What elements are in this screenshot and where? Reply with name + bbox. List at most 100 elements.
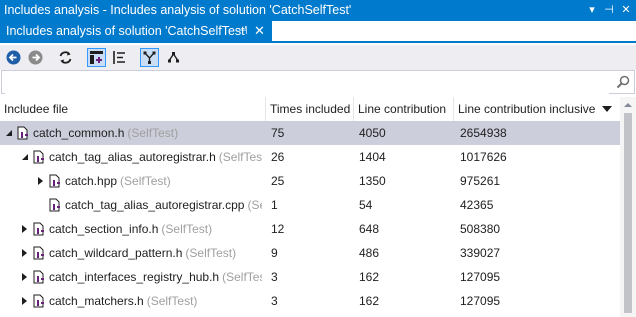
table-row[interactable]: catch_tag_alias_autoregistrar.h(SelfTest… (0, 145, 620, 169)
table-row[interactable]: catch_tag_alias_autoregistrar.cpp(SelfTe… (0, 193, 620, 217)
line-contribution-inclusive-cell: 42365 (460, 198, 494, 212)
expand-arrow-icon[interactable] (22, 297, 27, 305)
file-icon (33, 222, 44, 236)
file-icon (17, 126, 28, 140)
table-row[interactable]: catch_common.h (SelfTest) 75 4050 2654938 (0, 121, 620, 145)
search-icon[interactable] (615, 74, 631, 90)
line-contribution-cell: 486 (359, 246, 380, 260)
table-row[interactable]: catch_interfaces_registry_hub.h(SelfTest… (0, 265, 620, 289)
file-icon (49, 198, 60, 212)
line-contribution-inclusive-cell: 339027 (460, 246, 501, 260)
toolbar (0, 45, 636, 70)
table-row[interactable]: catch.hpp (SelfTest) 25 1350 975261 (0, 169, 620, 193)
file-name: catch_tag_alias_autoregistrar.h (49, 150, 216, 164)
line-contribution-cell: 54 (359, 198, 373, 212)
times-included-cell: 26 (271, 150, 285, 164)
project-name: (SelfTest) (127, 126, 179, 140)
window-titlebar: Includes analysis - Includes analysis of… (0, 0, 636, 21)
expand-arrow-icon[interactable] (22, 249, 27, 257)
vertical-scrollbar[interactable] (620, 97, 636, 317)
file-name: catch_wildcard_pattern.h (49, 246, 183, 260)
line-contribution-inclusive-cell: 508380 (460, 222, 501, 236)
line-contribution-inclusive-cell: 127095 (460, 270, 501, 284)
include-graph-icon (90, 51, 103, 64)
times-included-cell: 1 (271, 198, 278, 212)
includee-cell: catch_matchers.h (SelfTest) (49, 289, 262, 313)
refresh-button[interactable] (56, 48, 75, 67)
forward-button[interactable] (26, 48, 45, 67)
col-line-contribution-inclusive[interactable]: Line contribution inclusive (454, 97, 620, 121)
file-name: catch_common.h (33, 126, 125, 140)
includee-cell: catch_wildcard_pattern.h (SelfTest) (49, 241, 262, 265)
times-included-cell: 3 (271, 270, 278, 284)
table-row[interactable]: catch_section_info.h (SelfTest) 12 648 50838… (0, 217, 620, 241)
search-input[interactable] (5, 72, 609, 94)
list-button[interactable] (110, 48, 129, 67)
includee-cell: catch_tag_alias_autoregistrar.cpp(SelfTe… (65, 193, 262, 217)
col-line-contribution[interactable]: Line contribution (354, 97, 454, 121)
file-name: catch_matchers.h (49, 294, 144, 308)
includee-cell: catch_section_info.h (SelfTest) (49, 217, 262, 241)
tab-strip: Includes analysis of solution 'CatchSelf… (0, 21, 636, 43)
hierarchy-icon (143, 51, 156, 64)
scroll-thumb[interactable] (624, 113, 632, 313)
pin-icon[interactable]: ⊣ (238, 24, 248, 37)
include-graph-button[interactable] (87, 48, 106, 67)
times-included-cell: 75 (271, 126, 285, 140)
file-icon (33, 150, 44, 164)
line-contribution-inclusive-cell: 1017626 (460, 150, 507, 164)
window-title: Includes analysis - Includes analysis of… (4, 3, 352, 17)
file-icon (33, 246, 44, 260)
line-contribution-cell: 4050 (359, 126, 386, 140)
line-contribution-cell: 1404 (359, 150, 386, 164)
includee-cell: catch_interfaces_registry_hub.h(SelfTest… (49, 265, 262, 289)
col-times-included[interactable]: Times included (266, 97, 354, 121)
line-contribution-inclusive-cell: 2654938 (460, 126, 507, 140)
expand-arrow-icon[interactable] (22, 225, 27, 233)
project-name: (SelfTest) (247, 198, 262, 212)
sort-desc-icon (602, 106, 612, 112)
includee-cell: catch_tag_alias_autoregistrar.h(SelfTest… (49, 145, 262, 169)
titlebar-pin-icon[interactable]: ⊣ (601, 2, 617, 18)
tab-label: Includes analysis of solution 'CatchSelf… (6, 24, 248, 38)
file-name: catch_interfaces_registry_hub.h (49, 270, 220, 284)
line-contribution-inclusive-cell: 975261 (460, 174, 501, 188)
refresh-icon (59, 51, 72, 64)
times-included-cell: 12 (271, 222, 285, 236)
grid-header: Includee file Times included Line contri… (0, 97, 620, 122)
tab-includes-analysis[interactable]: Includes analysis of solution 'CatchSelf… (0, 21, 272, 42)
file-icon (33, 294, 44, 308)
search-box (1, 70, 635, 94)
line-contribution-cell: 162 (359, 294, 380, 308)
line-contribution-cell: 1350 (359, 174, 386, 188)
times-included-cell: 9 (271, 246, 278, 260)
hierarchy-button[interactable] (140, 48, 159, 67)
back-button[interactable] (4, 48, 23, 67)
expand-arrow-icon[interactable] (38, 177, 43, 185)
expanded-arrow-icon[interactable] (22, 154, 28, 160)
file-name: catch.hpp (65, 174, 118, 188)
file-name: catch_section_info.h (49, 222, 159, 236)
back-icon (6, 50, 21, 65)
line-contribution-inclusive-cell: 127095 (460, 294, 501, 308)
line-contribution-cell: 162 (359, 270, 380, 284)
list-icon (113, 51, 125, 64)
scroll-up-icon[interactable] (624, 103, 632, 107)
times-included-cell: 3 (271, 294, 278, 308)
includes-grid: Includee file Times included Line contri… (0, 97, 636, 317)
close-icon[interactable]: ✕ (254, 23, 265, 39)
col-includee-file[interactable]: Includee file (0, 97, 266, 121)
file-name: catch_tag_alias_autoregistrar.cpp (65, 198, 245, 212)
expand-arrow-icon[interactable] (22, 273, 27, 281)
project-name: (SelfTest) (222, 270, 262, 284)
dropdown-icon[interactable]: ▾ (584, 2, 600, 18)
forward-icon (28, 50, 43, 65)
titlebar-close-icon[interactable]: ✕ (618, 2, 634, 18)
table-row[interactable]: catch_matchers.h (SelfTest) 3 162 127095 (0, 289, 620, 313)
expanded-arrow-icon[interactable] (6, 130, 12, 136)
line-contribution-cell: 648 (359, 222, 380, 236)
table-row[interactable]: catch_wildcard_pattern.h (SelfTest) 9 486 33… (0, 241, 620, 265)
tree-button[interactable] (164, 48, 183, 67)
project-name: (SelfTest) (146, 294, 198, 308)
file-icon (33, 270, 44, 284)
